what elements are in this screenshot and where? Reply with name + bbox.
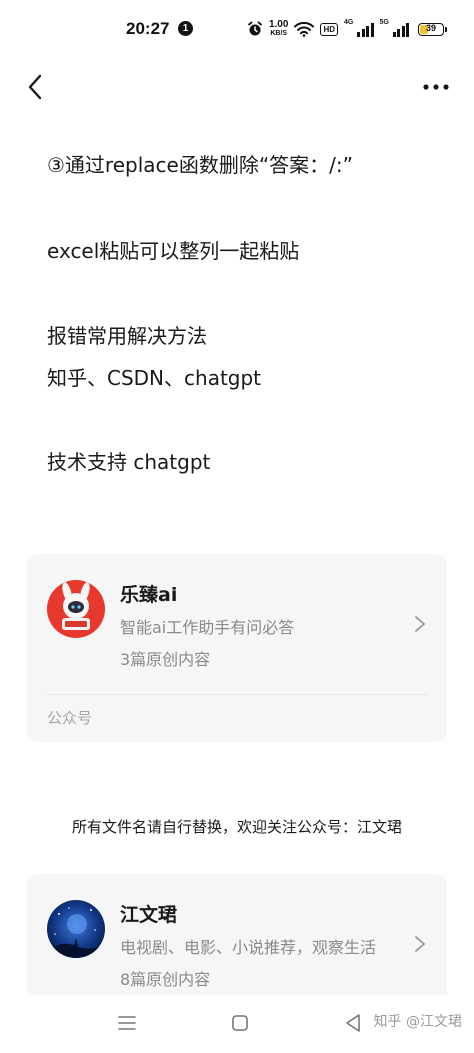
notification-badge: 1 [178,21,193,36]
more-dots-icon [423,84,449,90]
account-card-jiangwenjun[interactable]: 江文珺 电视剧、电影、小说推荐，观察生活 8篇原创内容 [27,874,447,1014]
back-button[interactable] [20,70,50,104]
menu-icon[interactable] [117,1013,137,1033]
signal-4g-icon: 4G [344,19,374,37]
article-line-errors: 报错常用解决方法 [47,324,207,348]
status-time: 20:27 [126,19,170,38]
status-bar: 20:27 1 1.00 KB/S HD 4G 5G 39 [0,0,474,60]
article-line-replace: ③通过replace函数删除“答案：/:” [47,153,354,177]
net-speed-value: 1.00 [268,19,289,30]
wifi-icon [294,21,315,37]
nav-back-icon[interactable] [343,1012,363,1034]
card-divider [47,694,427,695]
chevron-right-icon [415,616,425,632]
article-line-sources: 知乎、CSDN、chatgpt [47,366,262,390]
signal-5g-tag: 5G [379,19,389,26]
alarm-icon [248,21,262,36]
robot-avatar-icon [47,580,105,638]
follow-notice: 所有文件名请自行替换，欢迎关注公众号：江文珺 [71,818,402,836]
account-card-lezhen[interactable]: 乐臻ai 智能ai工作助手有问必答 3篇原创内容 公众号 [27,554,447,742]
avatar [47,900,105,958]
account-description: 智能ai工作助手有问必答 [120,618,295,637]
article-count: 8篇原创内容 [120,970,211,989]
account-type-label: 公众号 [47,709,93,727]
signal-4g-tag: 4G [344,19,354,26]
signal-5g-icon: 5G [379,19,409,37]
net-speed: 1.00 KB/S [269,20,288,38]
chevron-right-icon [415,936,425,952]
account-name: 乐臻ai [120,584,178,606]
avatar [47,580,105,638]
more-button[interactable] [420,78,452,96]
chevron-left-icon [28,74,42,100]
zhihu-watermark: 知乎 @江文珺 [373,1014,462,1030]
system-nav-bar: 知乎 @江文珺 [0,995,474,1053]
net-speed-unit: KB/S [270,30,288,37]
article-count: 3篇原创内容 [120,650,211,669]
article-line-support: 技术支持 chatgpt [47,450,211,474]
home-icon[interactable] [230,1013,250,1033]
hd-badge: HD [320,22,338,36]
battery-icon: 39 [418,22,447,36]
battery-level: 39 [425,22,436,33]
account-description: 电视剧、电影、小说推荐，观察生活 [120,938,377,957]
night-sky-avatar-icon [47,900,105,958]
article-line-paste: excel粘贴可以整列一起粘贴 [47,239,300,263]
account-name: 江文珺 [120,904,178,926]
status-icons: 1.00 KB/S HD 4G 5G 39 [247,18,447,40]
